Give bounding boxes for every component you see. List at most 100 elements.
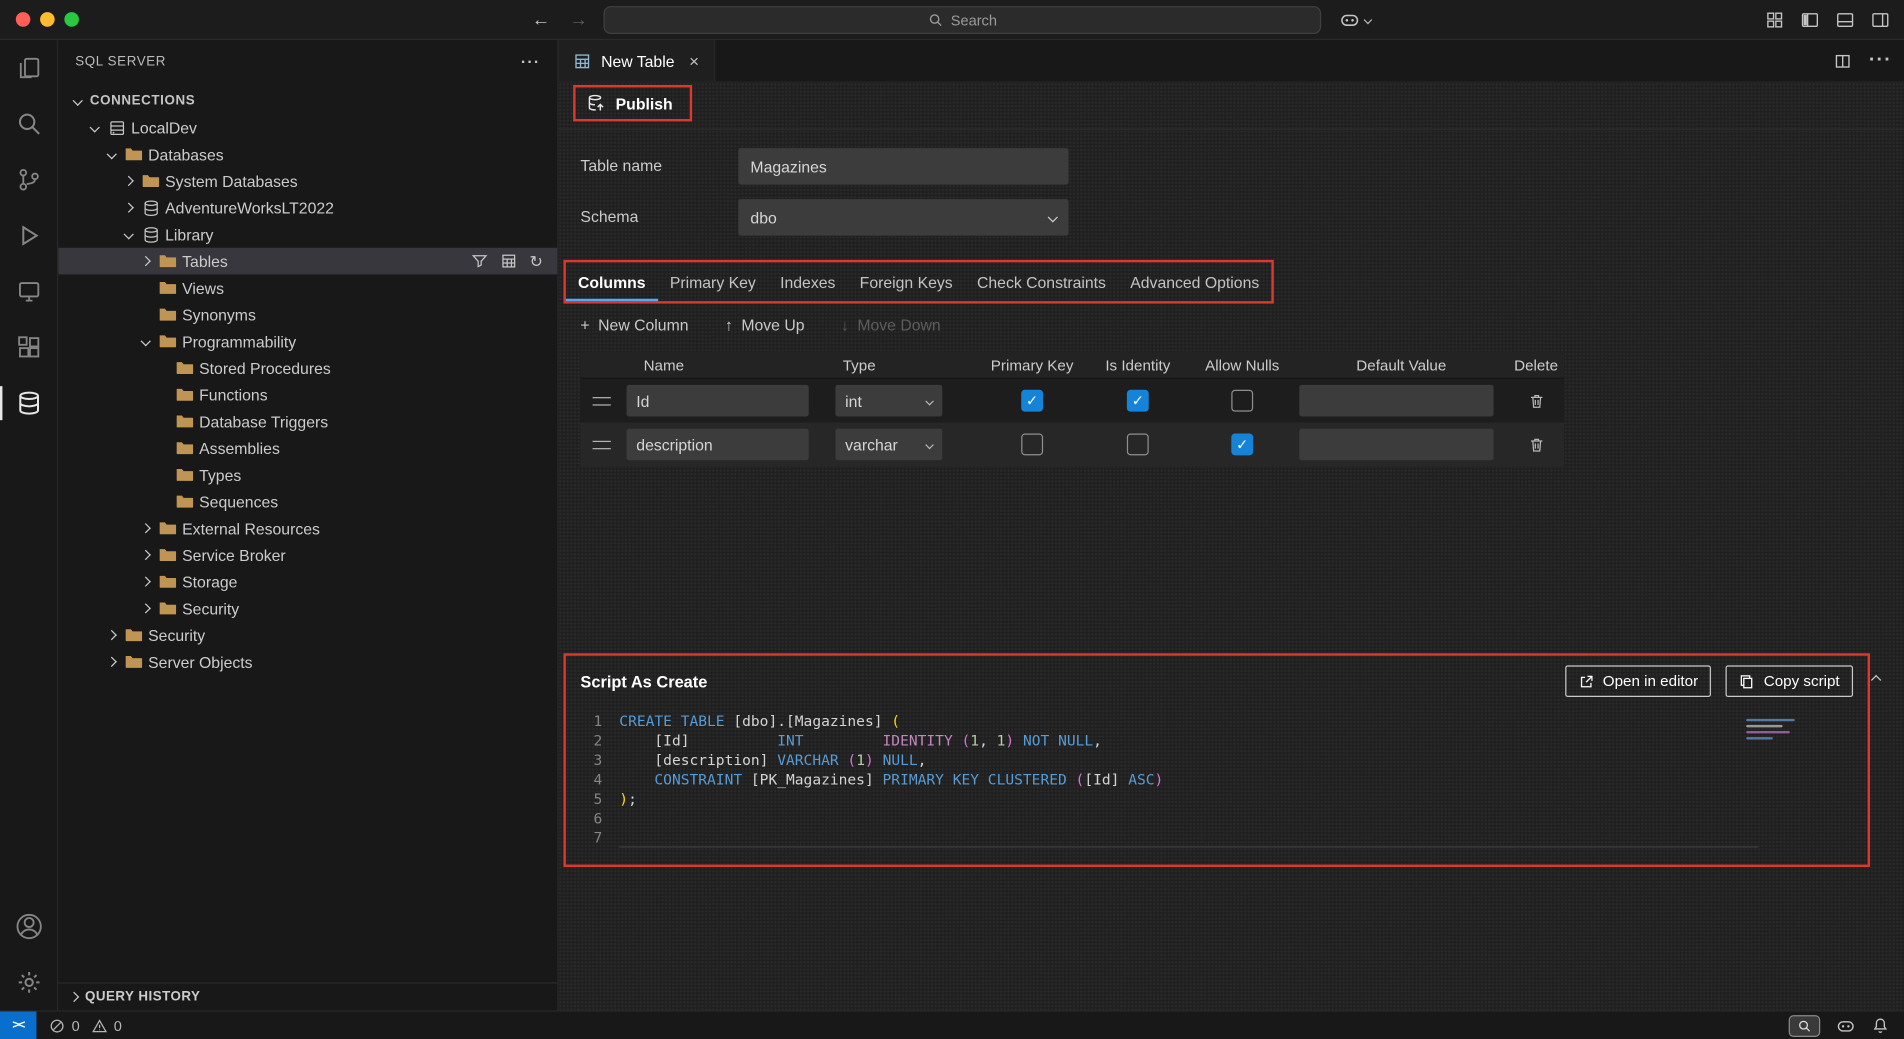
- forward-button[interactable]: →: [570, 9, 588, 30]
- tree-item-label: Views: [180, 279, 224, 297]
- tree-item-stored-procedures[interactable]: Stored Procedures: [58, 355, 557, 382]
- extensions-icon[interactable]: [0, 319, 57, 375]
- tree-item-security[interactable]: Security: [58, 622, 557, 649]
- tree-item-types[interactable]: Types: [58, 461, 557, 488]
- panel-expand-icon[interactable]: [1872, 668, 1879, 690]
- remote-indicator[interactable]: ><: [0, 1012, 36, 1039]
- plus-icon: +: [580, 316, 589, 334]
- tree-item-service-broker[interactable]: Service Broker: [58, 542, 557, 569]
- folder-icon: [155, 545, 179, 564]
- run-debug-icon[interactable]: [0, 208, 57, 264]
- checkbox[interactable]: [1127, 434, 1149, 456]
- drag-handle-icon[interactable]: [593, 440, 611, 449]
- tree-item-functions[interactable]: Functions: [58, 381, 557, 408]
- tab-new-table[interactable]: New Table ×: [559, 40, 715, 81]
- designer-tab-columns[interactable]: Columns: [566, 262, 658, 301]
- zoom-status-icon[interactable]: [1789, 1015, 1821, 1037]
- code-line-5: 5);: [566, 789, 1868, 808]
- account-icon[interactable]: [0, 899, 57, 955]
- toggle-secondary-sidebar-icon[interactable]: [1871, 10, 1889, 28]
- twistie-icon: [102, 631, 121, 638]
- refresh-icon[interactable]: ↻: [530, 253, 543, 269]
- schema-select[interactable]: dbo: [738, 199, 1068, 235]
- designer-tab-primary-key[interactable]: Primary Key: [658, 262, 768, 301]
- column-type-select[interactable]: int: [835, 385, 942, 417]
- close-tab-icon[interactable]: ×: [689, 51, 699, 70]
- toggle-primary-sidebar-icon[interactable]: [1801, 10, 1819, 28]
- tree-item-synonyms[interactable]: Synonyms: [58, 301, 557, 328]
- copilot-status-icon[interactable]: [1836, 1016, 1855, 1035]
- tree-item-server-objects[interactable]: Server Objects: [58, 648, 557, 675]
- sql-server-extension-icon[interactable]: [0, 375, 57, 431]
- delete-trash-icon[interactable]: [1527, 435, 1545, 453]
- copy-script-button[interactable]: Copy script: [1726, 665, 1853, 697]
- notifications-bell-icon[interactable]: [1871, 1016, 1889, 1034]
- checkbox[interactable]: ✓: [1021, 390, 1043, 412]
- chevron-down-icon: [1364, 15, 1373, 24]
- minimize-window-button[interactable]: [40, 12, 55, 27]
- more-actions-icon[interactable]: ···: [1869, 50, 1892, 72]
- problems-status[interactable]: 0 0: [49, 1017, 122, 1034]
- tree-section-connections[interactable]: CONNECTIONS: [58, 87, 557, 114]
- schema-value: dbo: [750, 208, 776, 226]
- column-name-input[interactable]: description: [627, 429, 809, 461]
- tree-item-library[interactable]: Library: [58, 221, 557, 248]
- checkbox[interactable]: [1231, 390, 1253, 412]
- table-designer: Publish Table name Magazines Schema dbo …: [559, 83, 1904, 1011]
- tree-item-sequences[interactable]: Sequences: [58, 488, 557, 515]
- default-value-input[interactable]: [1299, 429, 1493, 461]
- checkbox[interactable]: [1021, 434, 1043, 456]
- close-window-button[interactable]: [16, 12, 31, 27]
- tree-item-security[interactable]: Security: [58, 595, 557, 622]
- folder-icon: [172, 412, 196, 431]
- toolbar-new-column-button[interactable]: +New Column: [580, 316, 688, 334]
- tree-item-databases[interactable]: Databases: [58, 141, 557, 168]
- filter-icon[interactable]: [471, 253, 488, 270]
- back-button[interactable]: ←: [532, 9, 550, 30]
- tree-item-assemblies[interactable]: Assemblies: [58, 435, 557, 462]
- checkbox[interactable]: ✓: [1127, 390, 1149, 412]
- tree-item-programmability[interactable]: Programmability: [58, 328, 557, 355]
- tree-item-label: Server Objects: [146, 653, 253, 671]
- twistie-icon: [119, 204, 138, 211]
- search-input[interactable]: Search: [604, 6, 1322, 34]
- maximize-window-button[interactable]: [64, 12, 79, 27]
- toggle-panel-icon[interactable]: [1836, 10, 1854, 28]
- tree-item-tables[interactable]: Tables↻: [58, 248, 557, 275]
- delete-trash-icon[interactable]: [1527, 392, 1545, 410]
- column-name-input[interactable]: Id: [627, 385, 809, 417]
- drag-handle-icon[interactable]: [593, 396, 611, 405]
- designer-tab-advanced-options[interactable]: Advanced Options: [1118, 262, 1271, 301]
- tree-item-database-triggers[interactable]: Database Triggers: [58, 408, 557, 435]
- more-actions-icon[interactable]: ···: [521, 52, 540, 70]
- tree-item-adventureworkslt2022[interactable]: AdventureWorksLT2022: [58, 194, 557, 221]
- tree-item-external-resources[interactable]: External Resources: [58, 515, 557, 542]
- default-value-input[interactable]: [1299, 385, 1493, 417]
- designer-tab-indexes[interactable]: Indexes: [768, 262, 848, 301]
- tree-item-storage[interactable]: Storage: [58, 568, 557, 595]
- toolbar-move-up-button[interactable]: ↑Move Up: [725, 316, 805, 334]
- table-icon[interactable]: [500, 253, 517, 270]
- database-icon: [138, 225, 162, 243]
- copilot-menu[interactable]: [1339, 9, 1371, 30]
- designer-tabs: ColumnsPrimary KeyIndexesForeign KeysChe…: [566, 262, 1272, 301]
- split-editor-icon[interactable]: [1834, 52, 1852, 70]
- publish-button[interactable]: Publish: [576, 87, 690, 119]
- table-name-input[interactable]: Magazines: [738, 148, 1068, 184]
- designer-tab-check-constraints[interactable]: Check Constraints: [965, 262, 1118, 301]
- open-in-editor-button[interactable]: Open in editor: [1565, 665, 1711, 697]
- tree-item-localdev[interactable]: LocalDev: [58, 114, 557, 141]
- explorer-icon[interactable]: [0, 40, 57, 96]
- customize-layout-icon[interactable]: [1766, 10, 1784, 28]
- source-control-icon[interactable]: [0, 152, 57, 208]
- search-view-icon[interactable]: [0, 96, 57, 152]
- checkbox[interactable]: ✓: [1231, 434, 1253, 456]
- settings-gear-icon[interactable]: [0, 954, 57, 1010]
- remote-explorer-icon[interactable]: [0, 264, 57, 320]
- query-history-section[interactable]: QUERY HISTORY: [58, 982, 557, 1010]
- tree-item-views[interactable]: Views: [58, 274, 557, 301]
- designer-tab-foreign-keys[interactable]: Foreign Keys: [848, 262, 965, 301]
- tree-item-system-databases[interactable]: System Databases: [58, 168, 557, 195]
- folder-icon: [121, 625, 145, 644]
- column-type-select[interactable]: varchar: [835, 429, 942, 461]
